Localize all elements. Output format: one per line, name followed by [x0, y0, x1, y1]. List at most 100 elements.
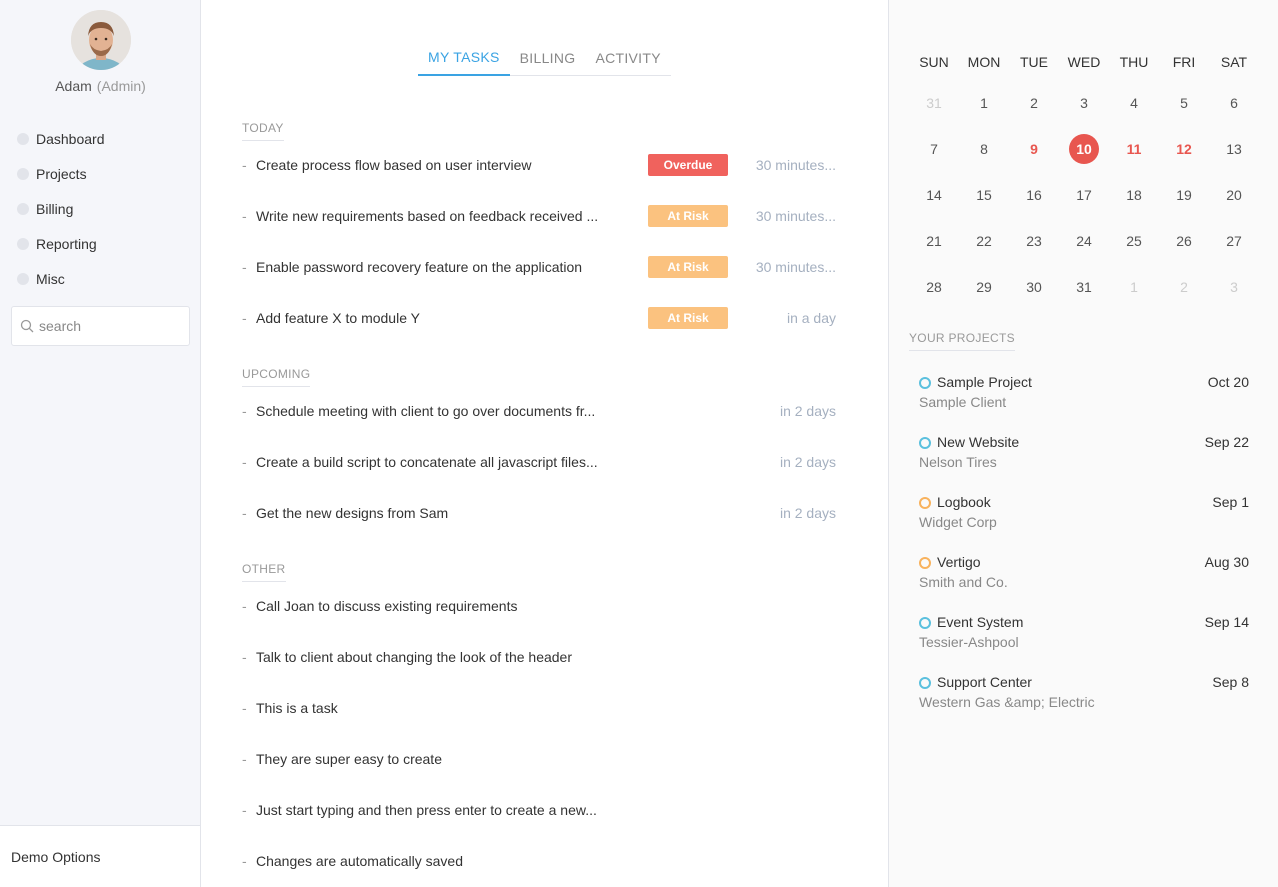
- task-row[interactable]: - Get the new designs from Sam in 2 days: [242, 501, 836, 525]
- calendar-day[interactable]: 9: [1009, 126, 1059, 172]
- tab-activity[interactable]: ACTIVITY: [585, 40, 670, 76]
- calendar-day[interactable]: 16: [1009, 172, 1059, 218]
- calendar-day-number: 31: [1076, 279, 1092, 295]
- task-row[interactable]: - This is a task: [242, 696, 836, 720]
- calendar-day[interactable]: 28: [909, 264, 959, 310]
- sidebar-item-label: Reporting: [36, 235, 97, 252]
- calendar-week: 21 22 23 24 25 26 27: [909, 218, 1259, 264]
- avatar-image: [71, 10, 131, 70]
- avatar[interactable]: [71, 10, 131, 70]
- task-row[interactable]: - They are super easy to create: [242, 747, 836, 771]
- task-row[interactable]: - Schedule meeting with client to go ove…: [242, 399, 836, 423]
- project-item[interactable]: Support Center Western Gas &amp; Electric…: [919, 674, 1249, 718]
- calendar-day[interactable]: 4: [1109, 80, 1159, 126]
- calendar-day[interactable]: 23: [1009, 218, 1059, 264]
- calendar-day[interactable]: 19: [1159, 172, 1209, 218]
- task-row[interactable]: - Call Joan to discuss existing requirem…: [242, 594, 836, 618]
- calendar-day[interactable]: 11: [1109, 126, 1159, 172]
- search-input[interactable]: [39, 318, 179, 334]
- calendar-day-number: 21: [926, 233, 942, 249]
- sidebar-item-misc[interactable]: Misc: [0, 261, 201, 296]
- calendar-day[interactable]: 22: [959, 218, 1009, 264]
- task-title: Create a build script to concatenate all…: [256, 454, 598, 470]
- calendar-day[interactable]: 12: [1159, 126, 1209, 172]
- calendar-day-number: 6: [1230, 95, 1238, 111]
- project-item[interactable]: Event System Tessier-Ashpool Sep 14: [919, 614, 1249, 658]
- sidebar-item-billing[interactable]: Billing: [0, 191, 201, 226]
- task-row[interactable]: - Add feature X to module Y At Risk in a…: [242, 306, 836, 330]
- calendar-day[interactable]: 2: [1009, 80, 1059, 126]
- task-title: Call Joan to discuss existing requiremen…: [256, 598, 518, 614]
- task-due: 30 minutes...: [755, 259, 836, 275]
- task-title: Enable password recovery feature on the …: [256, 259, 583, 275]
- calendar-day-number: 9: [1030, 141, 1038, 157]
- calendar-day-number: 26: [1176, 233, 1192, 249]
- project-date: Sep 8: [1212, 674, 1249, 690]
- calendar-day-number: 3: [1230, 279, 1238, 295]
- calendar-day-number: 17: [1076, 187, 1092, 203]
- calendar-day-number: 25: [1126, 233, 1142, 249]
- calendar-day[interactable]: 2: [1159, 264, 1209, 310]
- task-row[interactable]: - Changes are automatically saved: [242, 849, 836, 873]
- tab-my-tasks[interactable]: MY TASKS: [418, 40, 510, 76]
- calendar-day[interactable]: 17: [1059, 172, 1109, 218]
- calendar-day[interactable]: 29: [959, 264, 1009, 310]
- calendar-day[interactable]: 24: [1059, 218, 1109, 264]
- calendar-day-number: 1: [980, 95, 988, 111]
- calendar-day[interactable]: 20: [1209, 172, 1259, 218]
- calendar-day[interactable]: 1: [1109, 264, 1159, 310]
- dash-icon: -: [242, 259, 247, 275]
- task-row[interactable]: - Talk to client about changing the look…: [242, 645, 836, 669]
- dash-icon: -: [242, 802, 247, 818]
- calendar-day-number: 20: [1226, 187, 1242, 203]
- project-item[interactable]: Vertigo Smith and Co. Aug 30: [919, 554, 1249, 598]
- task-title: Write new requirements based on feedback…: [256, 208, 599, 224]
- sidebar-item-dashboard[interactable]: Dashboard: [0, 121, 201, 156]
- calendar-day-today[interactable]: 10: [1059, 126, 1109, 172]
- dash-icon: -: [242, 853, 247, 869]
- calendar-day[interactable]: 7: [909, 126, 959, 172]
- calendar-day[interactable]: 13: [1209, 126, 1259, 172]
- project-date: Sep 22: [1204, 434, 1249, 450]
- calendar-day-number: 29: [976, 279, 992, 295]
- calendar-day[interactable]: 21: [909, 218, 959, 264]
- status-ring-icon: [919, 677, 931, 689]
- sidebar-item-projects[interactable]: Projects: [0, 156, 201, 191]
- project-item[interactable]: Logbook Widget Corp Sep 1: [919, 494, 1249, 538]
- status-ring-icon: [919, 617, 931, 629]
- calendar-day[interactable]: 1: [959, 80, 1009, 126]
- search-box: [11, 306, 190, 346]
- task-due: 30 minutes...: [755, 208, 836, 224]
- calendar-day[interactable]: 5: [1159, 80, 1209, 126]
- calendar-day[interactable]: 25: [1109, 218, 1159, 264]
- weekday-label: WED: [1067, 54, 1101, 70]
- right-panel: SUN MON TUE WED THU FRI SAT 31 1 2 3 4 5 6 7 8 9 1…: [888, 0, 1278, 887]
- calendar-day-number: 22: [976, 233, 992, 249]
- calendar-day[interactable]: 31: [909, 80, 959, 126]
- project-client: Widget Corp: [919, 514, 997, 530]
- demo-options-button[interactable]: Demo Options: [0, 825, 200, 887]
- calendar-day[interactable]: 6: [1209, 80, 1259, 126]
- task-title: Talk to client about changing the look o…: [256, 649, 572, 665]
- calendar-day[interactable]: 3: [1059, 80, 1109, 126]
- task-row[interactable]: - Enable password recovery feature on th…: [242, 255, 836, 279]
- calendar-day[interactable]: 30: [1009, 264, 1059, 310]
- calendar-day-number: 11: [1126, 141, 1142, 157]
- sidebar-nav: Dashboard Projects Billing Reporting Mis…: [0, 121, 201, 296]
- calendar-day[interactable]: 27: [1209, 218, 1259, 264]
- task-row[interactable]: - Create process flow based on user inte…: [242, 153, 836, 177]
- project-item[interactable]: New Website Nelson Tires Sep 22: [919, 434, 1249, 478]
- calendar-day[interactable]: 31: [1059, 264, 1109, 310]
- calendar-day[interactable]: 14: [909, 172, 959, 218]
- task-row[interactable]: - Just start typing and then press enter…: [242, 798, 836, 822]
- sidebar-item-reporting[interactable]: Reporting: [0, 226, 201, 261]
- calendar-day[interactable]: 26: [1159, 218, 1209, 264]
- calendar-day[interactable]: 18: [1109, 172, 1159, 218]
- project-item[interactable]: Sample Project Sample Client Oct 20: [919, 374, 1249, 418]
- calendar-day[interactable]: 15: [959, 172, 1009, 218]
- task-row[interactable]: - Write new requirements based on feedba…: [242, 204, 836, 228]
- task-row[interactable]: - Create a build script to concatenate a…: [242, 450, 836, 474]
- tab-billing[interactable]: BILLING: [510, 40, 586, 76]
- calendar-day[interactable]: 8: [959, 126, 1009, 172]
- calendar-day[interactable]: 3: [1209, 264, 1259, 310]
